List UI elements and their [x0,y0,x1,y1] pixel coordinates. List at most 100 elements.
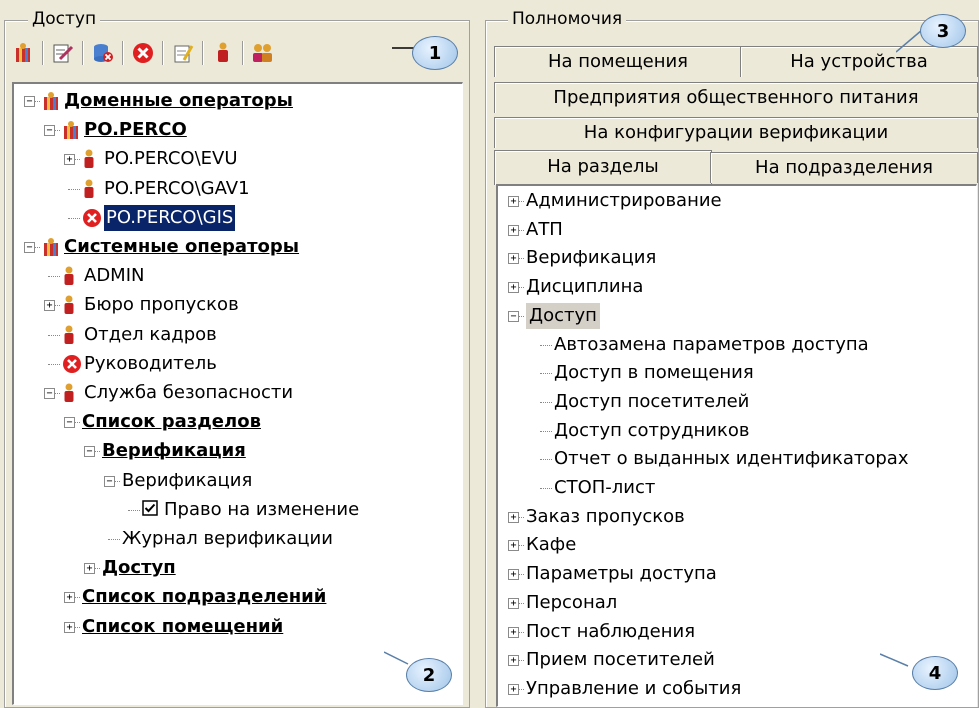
expand-icon[interactable]: + [508,540,519,552]
expand-icon[interactable]: + [508,655,519,667]
tree-node[interactable]: + Список помещений [14,614,462,640]
tree-node[interactable]: + Параметры доступа [498,561,976,587]
collapse-icon[interactable]: − [104,475,115,487]
tree-node[interactable]: Руководитель [14,351,462,377]
tree-node[interactable]: + Пост наблюдения [498,619,976,645]
add-group-icon[interactable] [10,40,36,66]
tree-node[interactable]: Отдел кадров [14,322,462,348]
tree-node[interactable]: + Дисциплина [498,274,976,300]
tree-node-label: Доступ [102,557,176,579]
tree-node[interactable]: + Список подразделений [14,584,462,610]
tree-node-label: Доменные операторы [64,90,293,111]
tree-node[interactable]: Автозамена параметров доступа [498,332,976,358]
tree-node[interactable]: Право на изменение [14,497,462,523]
collapse-icon[interactable]: − [64,417,75,429]
tree-node[interactable]: − PO.PERCO [14,117,462,143]
collapse-icon[interactable]: − [24,242,35,253]
users-icon[interactable] [250,40,276,66]
tree-node[interactable]: + Кафе [498,532,976,558]
tab-sections[interactable]: На разделы [494,150,712,185]
expand-icon[interactable]: + [508,597,519,609]
expand-icon[interactable]: + [508,569,519,581]
tree-node-label: PO.PERCO\GIS [104,204,236,231]
collapse-icon[interactable]: − [44,125,55,137]
tab-departments[interactable]: На подразделения [710,152,978,183]
callout-3: 3 [920,14,966,48]
expand-icon[interactable]: + [508,511,519,523]
tree-node[interactable]: Отчет о выданных идентификаторах [498,446,976,472]
tree-node[interactable]: − Список разделов [14,409,462,435]
expand-icon[interactable]: + [508,683,519,695]
tree-node-label: Параметры доступа [526,563,717,585]
operators-tree[interactable]: − Доменные операторы − PO.PERCO + PO.PERCO\EV… [12,82,463,705]
tree-node-label: Список подразделений [82,586,327,608]
tree-connector [540,430,552,432]
delete-db-icon[interactable] [90,40,116,66]
tree-connector [108,539,120,540]
tree-node[interactable]: − Системные операторы [14,234,462,260]
tab-verification-config[interactable]: На конфигурации верификации [494,117,978,148]
tree-node-label: Доступ в помещения [554,362,754,384]
tree-connector [128,509,140,511]
tree-connector [540,488,552,489]
tree-node[interactable]: Журнал верификации [14,526,462,552]
tree-node[interactable]: − Доступ [498,302,976,329]
access-toolbar [10,36,390,70]
tree-node[interactable]: + Управление и события [498,676,976,702]
tree-node-label: Пост наблюдения [526,620,696,642]
tab-rooms[interactable]: На помещения [494,46,742,77]
tree-node[interactable]: − Верификация [14,468,462,494]
tree-node[interactable]: − Доменные операторы [14,88,462,114]
tree-node-label: Журнал верификации [122,528,333,549]
tree-node[interactable]: + Заказ пропусков [498,504,976,530]
expand-icon[interactable]: + [64,154,75,166]
tree-node[interactable]: + Персонал [498,590,976,616]
tree-node[interactable]: Доступ в помещения [498,360,976,386]
tree-node-label: Руководитель [84,352,217,374]
expand-icon[interactable]: + [508,196,519,207]
tree-node[interactable]: − Верификация [14,438,462,464]
tree-node-label: PO.PERCO [84,119,187,141]
expand-icon[interactable]: + [508,224,519,236]
tree-node[interactable]: − Служба безопасности [14,380,462,406]
group-icon [62,120,80,140]
collapse-icon[interactable]: − [84,446,95,458]
permissions-tree[interactable]: + Администрирование + АТП + Верификация + Дисци… [496,184,977,707]
tab-devices[interactable]: На устройства [740,46,978,77]
tree-node[interactable]: PO.PERCO\GAV1 [14,176,462,202]
collapse-icon[interactable]: − [24,96,35,107]
tree-node-label: Список помещений [82,615,284,637]
expand-icon[interactable]: + [508,253,519,265]
expand-icon[interactable]: + [44,300,55,312]
tree-node[interactable]: Доступ посетителей [498,389,976,415]
collapse-icon[interactable]: − [44,388,55,399]
group-icon [42,91,60,111]
tree-node[interactable]: ADMIN [14,263,462,289]
tree-node[interactable]: PO.PERCO\GIS [14,204,462,231]
expand-icon[interactable]: + [508,626,519,638]
edit-icon[interactable] [50,40,76,66]
tree-node[interactable]: + PO.PERCO\EVU [14,146,462,172]
tree-node[interactable]: Доступ сотрудников [498,418,976,444]
properties-icon[interactable] [170,40,196,66]
user-icon[interactable] [210,40,236,66]
toolbar-separator [202,41,204,65]
expand-icon[interactable]: + [64,592,75,604]
tree-node[interactable]: + АТП [498,217,976,243]
tree-node[interactable]: + Верификация [498,245,976,271]
tree-connector [48,363,60,365]
tree-connector [48,334,60,336]
permissions-groupbox-title: Полномочия [508,9,627,29]
tree-node[interactable]: + Администрирование [498,188,976,214]
expand-icon[interactable]: + [508,282,519,294]
user-icon [62,325,76,345]
tree-node[interactable]: СТОП-лист [498,475,976,501]
checkbox-icon[interactable] [142,500,158,516]
stop-icon[interactable] [130,40,156,66]
tree-node[interactable]: + Бюро пропусков [14,292,462,318]
expand-icon[interactable]: + [64,621,75,633]
tree-node[interactable]: + Доступ [14,555,462,581]
tab-catering[interactable]: Предприятия общественного питания [494,82,978,113]
expand-icon[interactable]: + [84,563,95,575]
collapse-icon[interactable]: − [508,310,519,322]
